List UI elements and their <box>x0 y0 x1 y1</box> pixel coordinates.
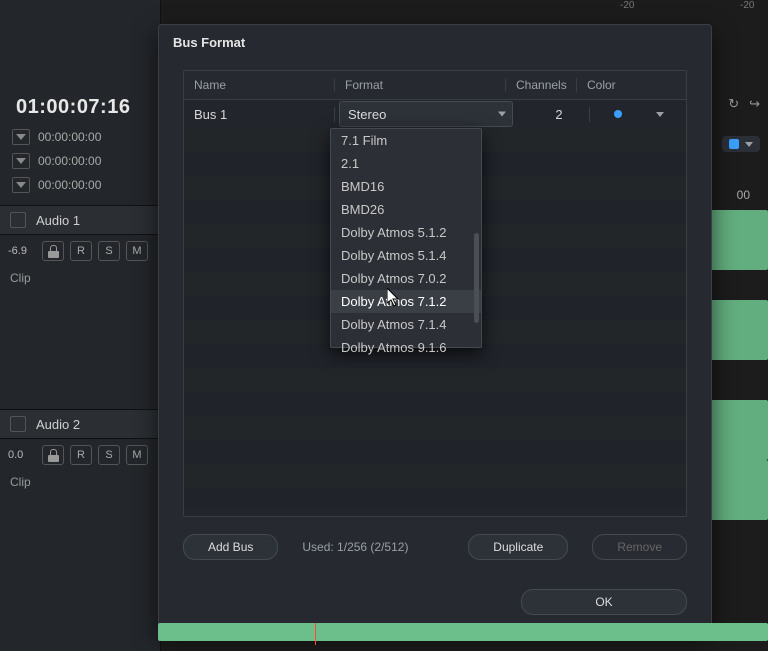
col-header-format[interactable]: Format <box>335 78 506 92</box>
format-option[interactable]: Dolby Atmos 7.1.4 <box>331 313 481 336</box>
lock-button[interactable] <box>42 445 64 465</box>
timecode-value: 00:00:00:00 <box>38 130 101 144</box>
left-panel: 01:00:07:16 00:00:00:00 00:00:00:00 00:0… <box>0 0 161 651</box>
timeline-clip[interactable] <box>158 623 768 641</box>
track-mode[interactable]: Clip <box>0 267 160 289</box>
waveform-clip <box>708 400 768 460</box>
track-name: Audio 1 <box>36 213 80 228</box>
track-header-audio1[interactable]: Audio 1 <box>0 205 160 235</box>
duplicate-button[interactable]: Duplicate <box>468 534 568 560</box>
format-dropdown[interactable]: 7.1 Film2.1BMD16BMD26Dolby Atmos 5.1.2Do… <box>330 128 482 348</box>
refresh-icon[interactable]: ↻ <box>728 96 739 112</box>
format-option[interactable]: 2.1 <box>331 152 481 175</box>
col-header-name[interactable]: Name <box>184 78 335 92</box>
color-swatch <box>614 110 622 118</box>
used-label: Used: 1/256 (2/512) <box>302 540 408 554</box>
right-toolbar: ↻ ↪ <box>728 96 760 112</box>
remove-button[interactable]: Remove <box>592 534 687 560</box>
timecode-row: 00:00:00:00 <box>0 173 160 197</box>
marker-color-chip[interactable] <box>722 136 760 152</box>
format-select[interactable]: Stereo <box>339 101 513 127</box>
format-option[interactable]: 7.1 Film <box>331 129 481 152</box>
format-selected-value: Stereo <box>348 107 386 122</box>
timecode-row: 00:00:00:00 <box>0 149 160 173</box>
track-mode[interactable]: Clip <box>0 471 160 493</box>
main-timecode[interactable]: 01:00:07:16 <box>0 86 160 125</box>
dialog-title: Bus Format <box>159 25 711 60</box>
timecode-value: 00:00:00:00 <box>38 178 101 192</box>
track-select-checkbox[interactable] <box>10 212 26 228</box>
format-option[interactable]: Dolby Atmos 5.1.4 <box>331 244 481 267</box>
track-level[interactable]: -6.9 <box>8 245 36 257</box>
table-footer: Add Bus Used: 1/256 (2/512) Duplicate Re… <box>183 517 687 577</box>
solo-button[interactable]: S <box>98 241 120 261</box>
playhead[interactable] <box>315 623 316 645</box>
dropdown-scrollbar[interactable] <box>474 233 479 323</box>
format-option[interactable]: Dolby Atmos 7.1.2 <box>331 290 481 313</box>
track-header-audio2[interactable]: Audio 2 <box>0 409 160 439</box>
format-option[interactable]: Dolby Atmos 9.1.6 <box>331 336 481 359</box>
track-level[interactable]: 0.0 <box>8 449 36 461</box>
timecode-option-icon[interactable] <box>12 177 30 193</box>
bus-name-cell[interactable]: Bus 1 <box>184 107 335 122</box>
timecode-option-icon[interactable] <box>12 129 30 145</box>
timecode-row: 00:00:00:00 <box>0 125 160 149</box>
lock-button[interactable] <box>42 241 64 261</box>
col-header-color[interactable]: Color <box>577 78 686 92</box>
format-option[interactable]: BMD16 <box>331 175 481 198</box>
timeline-waveforms <box>708 210 768 651</box>
solo-button[interactable]: S <box>98 445 120 465</box>
color-cell[interactable] <box>590 110 686 118</box>
channels-cell: 2 <box>519 107 590 122</box>
chevron-down-icon <box>745 142 753 147</box>
chevron-down-icon <box>498 112 506 117</box>
track-select-checkbox[interactable] <box>10 416 26 432</box>
ruler-tick: -20 <box>620 0 634 11</box>
waveform-clip <box>708 210 768 270</box>
table-row[interactable]: Bus 1 Stereo 2 <box>184 100 686 128</box>
timecode-option-icon[interactable] <box>12 153 30 169</box>
mute-button[interactable]: M <box>126 241 148 261</box>
track-control-row: -6.9 R S M <box>0 235 160 267</box>
waveform-clip <box>708 300 768 360</box>
timecode-value: 00:00:00:00 <box>38 154 101 168</box>
record-arm-button[interactable]: R <box>70 445 92 465</box>
table-header-row: Name Format Channels Color <box>184 71 686 100</box>
chevron-down-icon <box>656 112 664 117</box>
format-option[interactable]: BMD26 <box>331 198 481 221</box>
col-header-channels[interactable]: Channels <box>506 78 577 92</box>
track-name: Audio 2 <box>36 417 80 432</box>
mute-button[interactable]: M <box>126 445 148 465</box>
waveform-clip <box>708 460 768 520</box>
record-arm-button[interactable]: R <box>70 241 92 261</box>
ruler-tick: -20 <box>740 0 754 11</box>
track-control-row: 0.0 R S M <box>0 439 160 471</box>
ok-button[interactable]: OK <box>521 589 687 615</box>
format-option[interactable]: Dolby Atmos 5.1.2 <box>331 221 481 244</box>
next-marker-label: 00 <box>737 188 750 202</box>
next-marker-icon[interactable]: ↪ <box>749 96 760 112</box>
add-bus-button[interactable]: Add Bus <box>183 534 278 560</box>
format-option[interactable]: Dolby Atmos 7.0.2 <box>331 267 481 290</box>
marker-color-swatch <box>729 139 739 149</box>
